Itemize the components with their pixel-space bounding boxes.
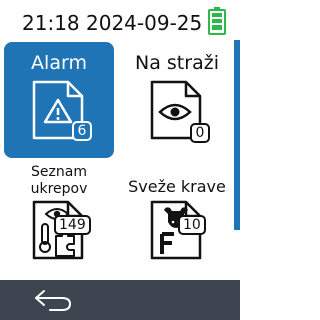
clock-time: 21:18: [22, 11, 80, 35]
tile-alarm[interactable]: Alarm 6: [4, 42, 114, 158]
tile-sveze-krave[interactable]: Sveže krave 10: [122, 162, 232, 278]
tile-sveze-krave-label: Sveže krave: [128, 177, 226, 196]
tile-seznam-label-line1: Seznam: [31, 164, 87, 180]
status-bar: 21:18 2024-09-25: [0, 0, 240, 40]
tile-alarm-count-badge: 6: [72, 121, 92, 141]
clock: 21:18 2024-09-25: [22, 10, 202, 36]
scrollbar-thumb[interactable]: [234, 40, 240, 230]
tile-na-strazi[interactable]: Na straži 0: [122, 42, 232, 158]
clock-date: 2024-09-25: [86, 11, 203, 35]
tile-na-strazi-label: Na straži: [135, 52, 219, 74]
battery-full-icon: [208, 7, 226, 35]
tile-seznam-ukrepov[interactable]: Seznam ukrepov 149: [4, 162, 114, 278]
tile-seznam-label-line2: ukrepov: [30, 181, 88, 197]
back-arrow-icon: [35, 290, 72, 311]
back-button[interactable]: [30, 285, 80, 315]
tile-seznam-count-badge: 149: [54, 215, 91, 235]
tile-sveze-krave-count-badge: 10: [178, 215, 206, 235]
bottom-bar: [0, 280, 240, 320]
tile-alarm-label: Alarm: [31, 52, 87, 74]
tile-na-strazi-count-badge: 0: [190, 123, 210, 143]
